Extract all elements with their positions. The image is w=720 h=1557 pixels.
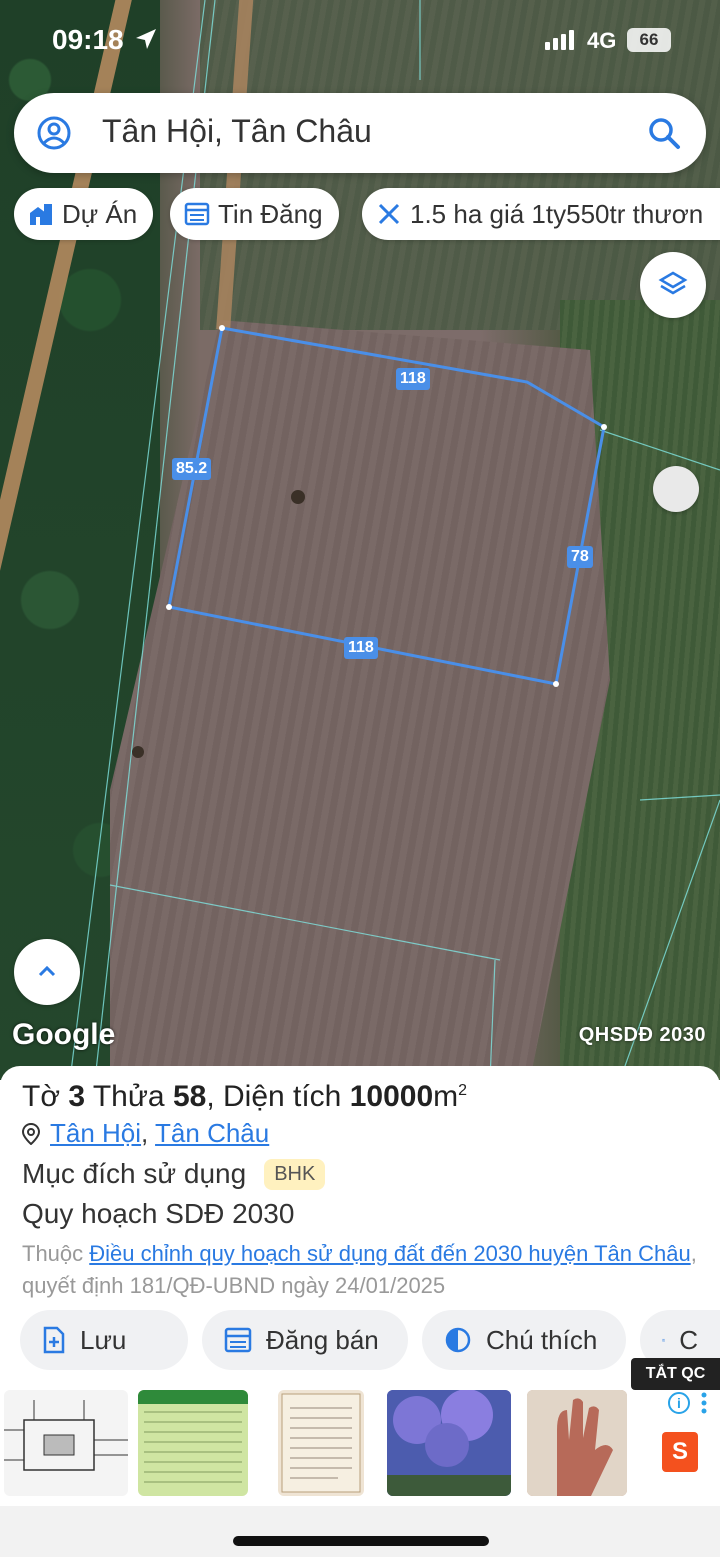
layers-button[interactable] [640, 252, 706, 318]
list-icon [224, 1327, 252, 1353]
save-label: Lưu [80, 1324, 127, 1355]
location-separator: , [141, 1118, 149, 1148]
number-table-image [138, 1390, 248, 1483]
chip-tin-dang-label: Tin Đăng [218, 198, 323, 229]
sell-button[interactable]: Đăng bán [202, 1310, 408, 1370]
chip-listing[interactable]: 1.5 ha giá 1ty550tr thươn [362, 188, 720, 240]
google-logo: Google [12, 1018, 116, 1051]
area-value: 10000 [349, 1080, 434, 1113]
chip-tin-dang[interactable]: Tin Đăng [170, 188, 339, 240]
title-prefix: Tờ [22, 1080, 69, 1113]
parcel-boundary [167, 326, 606, 686]
parcel-title: Tờ 3 Thửa 58, Diện tích 10000m2 [22, 1080, 467, 1114]
plan-label: Quy hoạch SDĐ 2030 [22, 1198, 295, 1229]
plot-number: 58 [172, 1080, 207, 1113]
dimension-bottom-label: 118 [344, 637, 378, 659]
belongs-prefix: Thuộc [22, 1241, 90, 1266]
commune-link[interactable]: Tân Hội [50, 1118, 141, 1148]
save-button[interactable]: Lưu [20, 1310, 188, 1370]
purple-tree-image [387, 1390, 511, 1496]
expand-up-button[interactable] [14, 939, 80, 1005]
user-icon[interactable] [36, 115, 72, 151]
layers-icon [658, 271, 688, 295]
pin-icon [22, 1122, 40, 1145]
sheet-number: 3 [68, 1080, 86, 1113]
sell-label: Đăng bán [266, 1324, 379, 1355]
ad-thumb-circuit[interactable] [4, 1390, 128, 1496]
hand-image [527, 1390, 627, 1496]
home-indicator[interactable] [233, 1536, 489, 1546]
building-icon [30, 204, 52, 225]
district-link[interactable]: Tân Châu [155, 1118, 269, 1148]
camera-label: C [679, 1324, 698, 1355]
status-bar: 09:18 4G 66 [0, 0, 720, 80]
plan-reference: Thuộc Điều chỉnh quy hoạch sử dụng đất đ… [22, 1238, 702, 1302]
shopee-icon[interactable]: S [662, 1432, 698, 1472]
map-control-button[interactable] [653, 466, 699, 512]
purpose-label: Mục đích sử dụng [22, 1158, 247, 1189]
chip-du-an-label: Dự Án [62, 198, 138, 229]
ad-thumb-lottery[interactable] [138, 1390, 248, 1496]
ad-thumb-flowers[interactable] [387, 1390, 511, 1496]
list-icon [184, 202, 210, 226]
contrast-icon [445, 1327, 471, 1353]
area-unit-sup: 2 [458, 1082, 468, 1099]
parcel-location: Tân Hội, Tân Châu [22, 1118, 269, 1149]
area-unit: m [433, 1080, 459, 1113]
ad-thumb-hand[interactable] [527, 1390, 627, 1496]
circuit-diagram-image [4, 1400, 128, 1471]
chip-du-an[interactable]: Dự Án [14, 188, 154, 240]
search-bar[interactable]: Tân Hội, Tân Châu [14, 93, 706, 173]
ruler-icon [378, 203, 400, 225]
ad-info-icon[interactable]: i [668, 1392, 690, 1414]
map-layer-name: QHSDĐ 2030 [578, 1024, 706, 1046]
title-area-label: , Diện tích [206, 1080, 350, 1113]
more-vert-icon[interactable] [700, 1391, 708, 1415]
legend-button[interactable]: Chú thích [422, 1310, 626, 1370]
camera-icon [662, 1339, 666, 1342]
land-purpose: Mục đích sử dụng BHK [22, 1158, 326, 1190]
title-mid: Thửa [85, 1080, 173, 1113]
legend-label: Chú thích [486, 1324, 598, 1355]
battery-icon: 66 [627, 28, 671, 52]
signal-icon [545, 28, 574, 50]
purpose-badge: BHK [264, 1158, 326, 1190]
dimension-right-label: 78 [567, 546, 593, 568]
location-arrow-icon [136, 29, 156, 49]
status-time: 09:18 [52, 24, 124, 55]
hide-ads-button[interactable]: TẮT QC [631, 1358, 720, 1390]
ad-thumb-letter[interactable] [278, 1390, 364, 1496]
chevron-up-icon [38, 965, 56, 977]
dimension-left-label: 85.2 [172, 458, 212, 480]
letter-image [281, 1393, 361, 1493]
chip-listing-label: 1.5 ha giá 1ty550tr thươn [410, 198, 704, 229]
home-area [0, 1506, 720, 1557]
dimension-top-label: 118 [396, 368, 430, 390]
search-query[interactable]: Tân Hội, Tân Châu [102, 113, 372, 150]
network-type: 4G [587, 28, 617, 53]
add-document-icon [43, 1326, 65, 1354]
plan-link[interactable]: Điều chỉnh quy hoạch sử dụng đất đến 203… [89, 1241, 690, 1266]
search-icon[interactable] [646, 115, 682, 151]
